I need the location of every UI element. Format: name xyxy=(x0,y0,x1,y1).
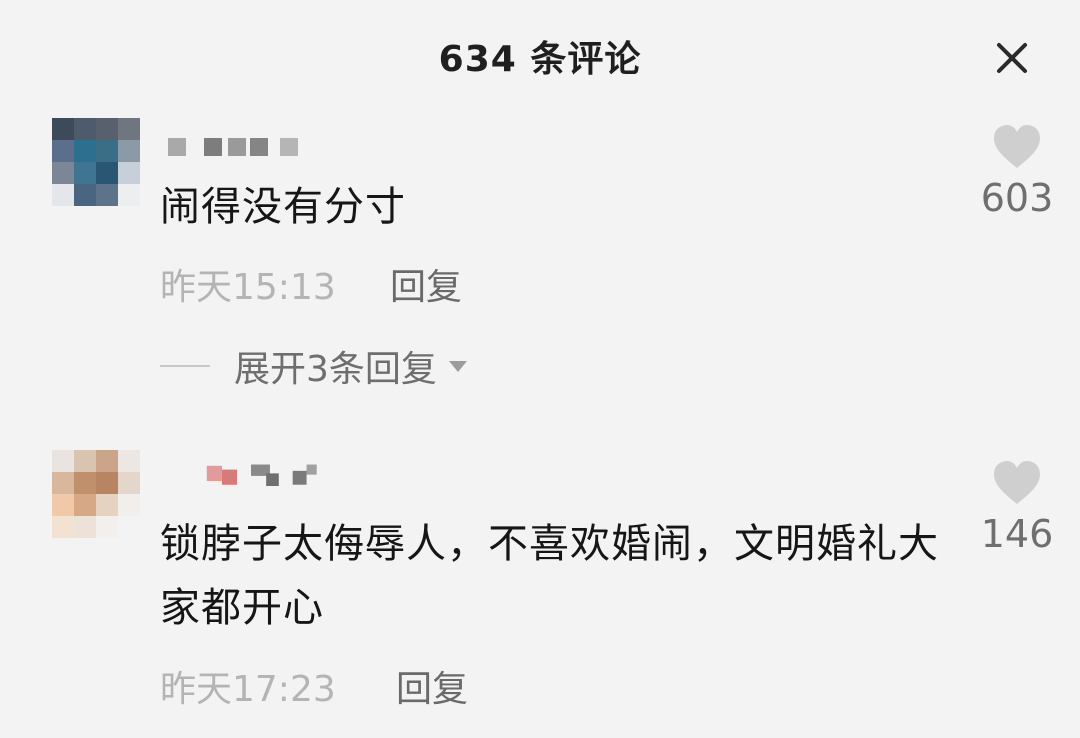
expand-replies-button[interactable]: 展开3条回复 xyxy=(160,343,467,390)
username[interactable] xyxy=(168,134,318,158)
like-count: 146 xyxy=(980,512,1054,556)
comment-time: 昨天17:23 xyxy=(160,669,336,710)
chevron-down-icon xyxy=(448,360,467,372)
avatar[interactable] xyxy=(52,118,140,206)
username[interactable] xyxy=(168,462,358,486)
like-count: 603 xyxy=(980,176,1054,220)
comment-text: 闹得没有分寸 xyxy=(160,184,406,230)
comments-sheet: 634 条评论 闹得没有分寸 昨天15:13 回复 展开3条回复 603 锁脖子… xyxy=(0,0,1080,738)
close-icon xyxy=(997,43,1027,73)
comment-text: 锁脖子太侮辱人，不喜欢婚闹，文明婚礼大家都开心 xyxy=(160,521,939,631)
avatar[interactable] xyxy=(52,450,140,538)
like-button[interactable]: 146 xyxy=(967,460,1067,556)
comments-count-title: 634 条评论 xyxy=(438,39,642,80)
reply-button[interactable]: 回复 xyxy=(390,258,462,310)
reply-button[interactable]: 回复 xyxy=(396,660,468,712)
divider-line xyxy=(160,365,210,367)
comment-time: 昨天15:13 xyxy=(160,267,336,308)
expand-replies-label: 展开3条回复 xyxy=(234,349,437,390)
heart-icon xyxy=(994,461,1040,504)
like-button[interactable]: 603 xyxy=(967,124,1067,220)
heart-icon xyxy=(994,125,1040,168)
close-button[interactable] xyxy=(990,36,1034,80)
